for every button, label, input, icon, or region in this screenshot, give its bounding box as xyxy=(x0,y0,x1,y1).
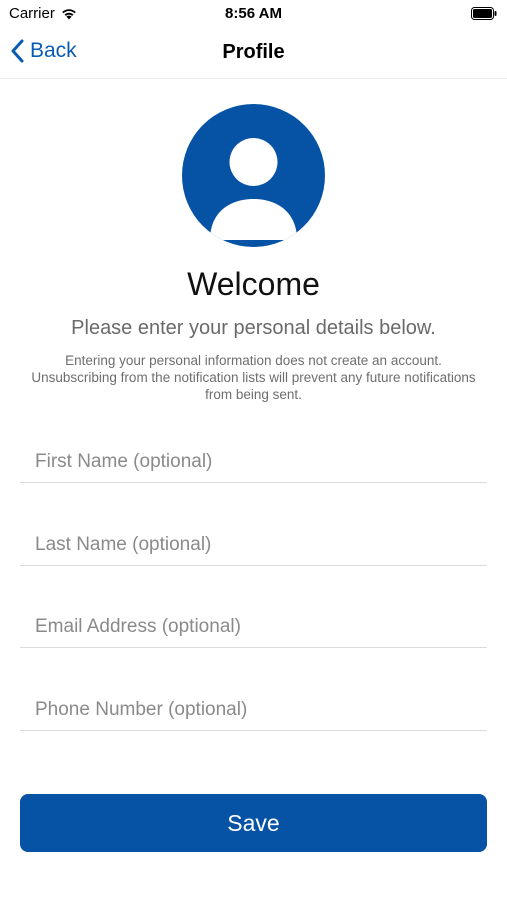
page-title: Profile xyxy=(222,41,285,63)
first-name-input[interactable] xyxy=(20,442,487,482)
phone-input[interactable] xyxy=(20,690,487,730)
welcome-heading: Welcome xyxy=(187,266,320,302)
save-button[interactable]: Save xyxy=(20,794,487,852)
status-bar: Carrier 8:56 AM xyxy=(0,0,507,30)
user-avatar-icon xyxy=(182,104,325,247)
last-name-field[interactable] xyxy=(20,525,487,566)
subtitle-text: Please enter your personal details below… xyxy=(71,317,436,339)
notice-text: Entering your personal information does … xyxy=(31,353,476,402)
navigation-bar: Back Profile xyxy=(0,30,507,79)
last-name-input[interactable] xyxy=(20,525,487,565)
email-field[interactable] xyxy=(20,607,487,648)
first-name-field[interactable] xyxy=(20,442,487,483)
battery-icon xyxy=(471,7,497,20)
email-input[interactable] xyxy=(20,607,487,647)
status-time: 8:56 AM xyxy=(225,5,282,22)
phone-field[interactable] xyxy=(20,690,487,731)
